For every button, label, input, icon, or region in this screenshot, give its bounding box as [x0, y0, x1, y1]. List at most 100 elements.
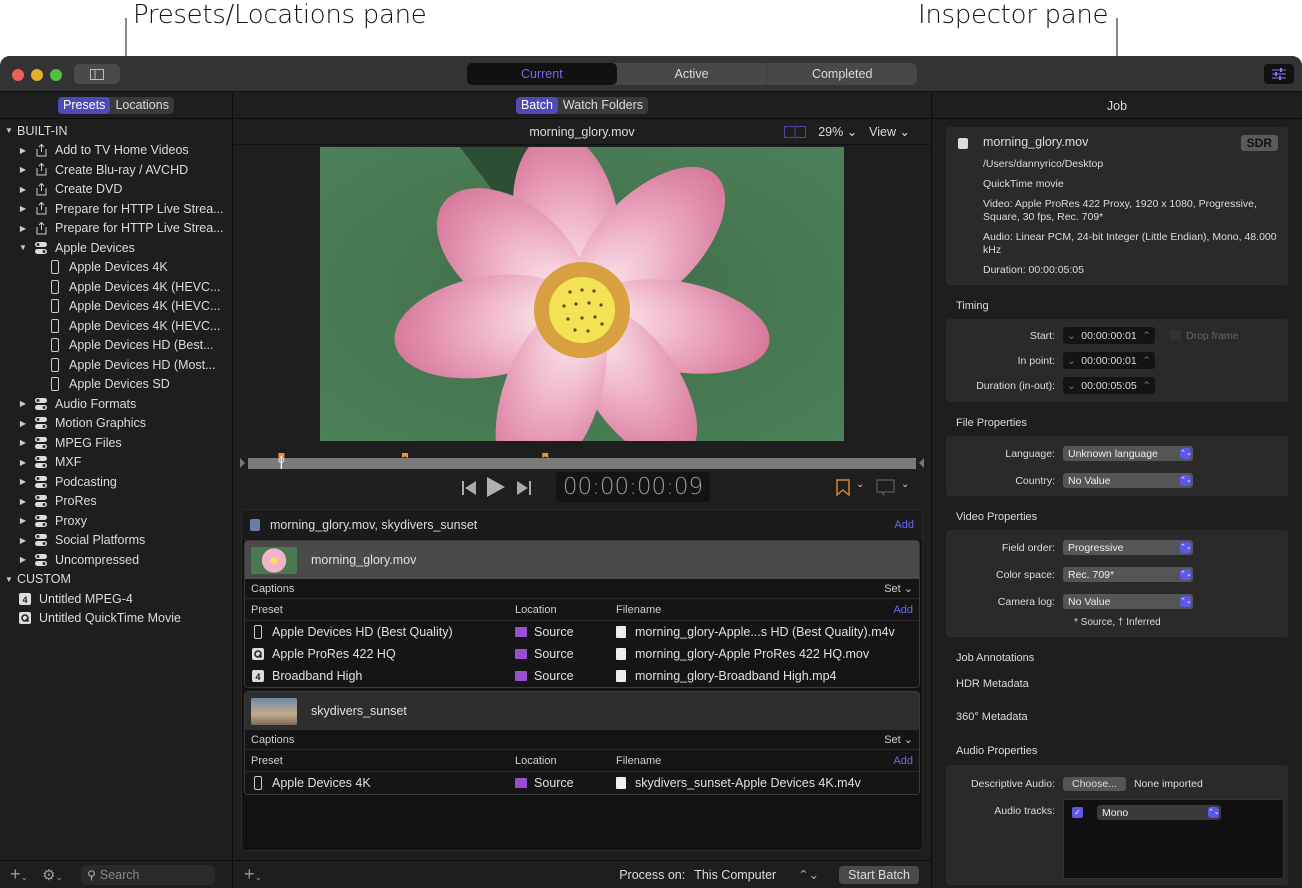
disclosure-closed-icon[interactable]: ▶ [18, 224, 28, 233]
disclosure-closed-icon[interactable]: ▶ [18, 204, 28, 213]
tree-item[interactable]: Apple Devices SD [0, 375, 232, 395]
output-location[interactable]: Source [534, 625, 574, 639]
output-filename[interactable]: morning_glory-Apple ProRes 422 HQ.mov [635, 647, 869, 661]
disclosure-open-icon[interactable]: ▼ [18, 243, 28, 252]
tree-item[interactable]: ▶ Prepare for HTTP Live Strea... [0, 219, 232, 239]
tab-current[interactable]: Current [467, 63, 617, 85]
output-location[interactable]: Source [534, 647, 574, 661]
tab-presets[interactable]: Presets [58, 97, 111, 114]
disclosure-closed-icon[interactable]: ▶ [18, 438, 28, 447]
tree-item[interactable]: ▶ Social Platforms [0, 531, 232, 551]
file-properties-title[interactable]: File Properties [932, 402, 1302, 436]
tree-item[interactable]: Apple Devices 4K (HEVC... [0, 316, 232, 336]
add-output-button[interactable]: Add [893, 604, 913, 616]
track-channel-select[interactable]: Mono ⌃⌄ [1097, 805, 1221, 820]
disclosure-closed-icon[interactable]: ▶ [18, 477, 28, 486]
video-properties-title[interactable]: Video Properties [932, 496, 1302, 530]
language-select[interactable]: Unknown language ⌃⌄ [1063, 446, 1193, 461]
scrub-marker[interactable] [401, 453, 408, 458]
timing-section-title[interactable]: Timing [932, 285, 1302, 319]
add-job-button[interactable]: +⌄ [244, 864, 262, 885]
captions-icon[interactable] [876, 479, 895, 496]
tree-item[interactable]: ▼ Apple Devices [0, 238, 232, 258]
process-on-select[interactable]: This Computer ⌃⌄ [694, 867, 819, 882]
job-item[interactable]: skydivers_sunset Captions Set ⌄ Preset L… [244, 691, 920, 795]
output-row[interactable]: Apple Devices 4K Source skydivers_sunset… [245, 772, 919, 794]
drop-frame-checkbox[interactable] [1170, 330, 1181, 341]
tree-item[interactable]: ▶ Create DVD [0, 180, 232, 200]
disclosure-closed-icon[interactable]: ▶ [18, 516, 28, 525]
tab-completed[interactable]: Completed [767, 63, 917, 85]
start-batch-button[interactable]: Start Batch [839, 865, 919, 884]
go-to-start-icon[interactable] [462, 481, 476, 495]
tree-item[interactable]: ▶ Prepare for HTTP Live Strea... [0, 199, 232, 219]
tree-item[interactable]: Apple Devices 4K [0, 258, 232, 278]
choose-button[interactable]: Choose... [1063, 777, 1126, 791]
output-filename[interactable]: skydivers_sunset-Apple Devices 4K.m4v [635, 776, 861, 790]
add-preset-button[interactable]: +⌄ [10, 864, 28, 885]
output-row[interactable]: 4 Broadband High Source morning_glory-Bro… [245, 665, 919, 687]
disclosure-closed-icon[interactable]: ▶ [18, 165, 28, 174]
disclosure-closed-icon[interactable]: ▶ [18, 458, 28, 467]
disclosure-open-icon[interactable]: ▼ [4, 575, 14, 584]
timecode-display[interactable]: 00:00:00:09 ⌄ [556, 472, 710, 527]
go-to-end-icon[interactable] [517, 481, 531, 495]
tree-item[interactable]: ▶ Add to TV Home Videos [0, 141, 232, 161]
tree-item[interactable]: ▶ ProRes [0, 492, 232, 512]
set-captions-button[interactable]: Set ⌄ [884, 733, 913, 746]
tree-item[interactable]: Apple Devices HD (Best... [0, 336, 232, 356]
set-captions-button[interactable]: Set ⌄ [884, 582, 913, 595]
add-source-button[interactable]: Add [894, 519, 914, 531]
tree-item[interactable]: ▶ Proxy [0, 511, 232, 531]
audio-properties-title[interactable]: Audio Properties [932, 739, 1302, 765]
captions-menu-chevron[interactable]: ⌄ [901, 479, 909, 490]
tree-item[interactable]: ▶ MXF [0, 453, 232, 473]
tree-item[interactable]: ▶ Motion Graphics [0, 414, 232, 434]
track-checkbox[interactable]: ✓ [1072, 807, 1083, 818]
output-location[interactable]: Source [534, 669, 574, 683]
job-header[interactable]: skydivers_sunset [245, 692, 919, 730]
marker-icon[interactable] [836, 479, 850, 496]
field-order-select[interactable]: Progressive ⌃⌄ [1063, 540, 1193, 555]
play-icon[interactable] [487, 477, 505, 497]
split-view-icon[interactable] [784, 125, 807, 138]
output-filename[interactable]: morning_glory-Broadband High.mp4 [635, 669, 837, 683]
disclosure-closed-icon[interactable]: ▶ [18, 185, 28, 194]
tree-item[interactable]: ▶ MPEG Files [0, 433, 232, 453]
in-point-field[interactable]: ⌄ 00:00:00:01 ⌃ [1063, 352, 1155, 369]
tab-locations[interactable]: Locations [110, 97, 174, 114]
hdr-metadata-title[interactable]: HDR Metadata [932, 671, 1302, 705]
color-space-select[interactable]: Rec. 709* ⌃⌄ [1063, 567, 1193, 582]
tree-item[interactable]: ▶ Uncompressed [0, 550, 232, 570]
disclosure-closed-icon[interactable]: ▶ [18, 419, 28, 428]
disclosure-closed-icon[interactable]: ▶ [18, 146, 28, 155]
tree-item[interactable]: ▶ Audio Formats [0, 394, 232, 414]
360-metadata-title[interactable]: 360° Metadata [932, 705, 1302, 739]
close-button[interactable] [12, 69, 24, 81]
disclosure-closed-icon[interactable]: ▶ [18, 497, 28, 506]
tree-item[interactable]: 4 Untitled MPEG-4 [0, 589, 232, 609]
zoom-button[interactable] [50, 69, 62, 81]
tree-item[interactable]: ▶ Podcasting [0, 472, 232, 492]
job-annotations-title[interactable]: Job Annotations [932, 637, 1302, 671]
tab-batch[interactable]: Batch [515, 97, 558, 114]
start-timecode-field[interactable]: ⌄ 00:00:00:01 ⌃ [1063, 327, 1155, 344]
tree-group-header[interactable]: ▼ BUILT-IN [0, 121, 232, 141]
output-filename[interactable]: morning_glory-Apple...s HD (Best Quality… [635, 625, 895, 639]
output-location[interactable]: Source [534, 776, 574, 790]
sidebar-toggle-button[interactable] [74, 64, 120, 84]
search-input[interactable]: ⚲ Search [81, 864, 216, 885]
output-row[interactable]: Apple ProRes 422 HQ Source morning_glory… [245, 643, 919, 665]
tree-item[interactable]: Untitled QuickTime Movie [0, 609, 232, 629]
timeline-scrubber[interactable] [240, 453, 924, 469]
minimize-button[interactable] [31, 69, 43, 81]
add-output-button[interactable]: Add [893, 755, 913, 767]
view-menu[interactable]: View ⌄ [869, 124, 910, 139]
disclosure-open-icon[interactable]: ▼ [4, 126, 14, 135]
tab-watch-folders[interactable]: Watch Folders [558, 97, 648, 114]
job-header[interactable]: morning_glory.mov [245, 541, 919, 579]
tree-item[interactable]: Apple Devices HD (Most... [0, 355, 232, 375]
gear-menu-button[interactable]: ⚙⌄ [42, 866, 63, 884]
disclosure-closed-icon[interactable]: ▶ [18, 536, 28, 545]
disclosure-closed-icon[interactable]: ▶ [18, 555, 28, 564]
